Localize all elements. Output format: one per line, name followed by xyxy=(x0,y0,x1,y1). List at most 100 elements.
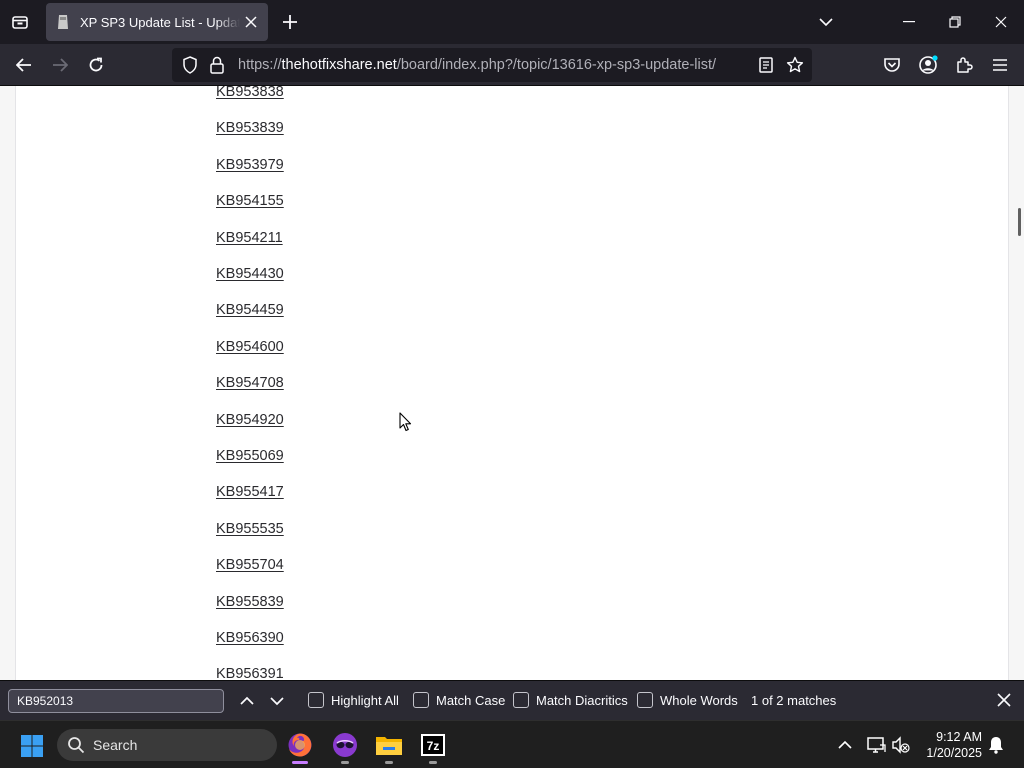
kb-link[interactable]: KB956391 xyxy=(216,666,284,680)
mouse-cursor-icon xyxy=(399,412,413,437)
checkbox-label: Match Case xyxy=(436,692,506,708)
find-previous-icon[interactable] xyxy=(236,690,258,712)
back-arrow-icon[interactable] xyxy=(12,53,36,77)
tab-active[interactable]: XP SP3 Update List - Update List xyxy=(46,3,268,41)
app-indicator xyxy=(341,761,349,764)
highlight-all-checkbox[interactable]: Highlight All xyxy=(308,692,399,708)
kb-list-item: KB955069 xyxy=(216,447,284,467)
search-icon xyxy=(67,736,85,759)
checkbox-label: Highlight All xyxy=(331,692,399,708)
kb-link[interactable]: KB955535 xyxy=(216,521,284,537)
kb-link[interactable]: KB955069 xyxy=(216,448,284,464)
7zip-app-icon[interactable]: 7z xyxy=(417,729,449,764)
kb-link[interactable]: KB954430 xyxy=(216,266,284,282)
chevron-down-icon[interactable] xyxy=(816,12,836,32)
extensions-icon[interactable] xyxy=(952,53,976,77)
find-next-icon[interactable] xyxy=(266,690,288,712)
firefox-app-icon[interactable] xyxy=(284,729,316,764)
search-label: Search xyxy=(93,737,138,753)
kb-list-item: KB954600 xyxy=(216,338,284,358)
clock-date: 1/20/2025 xyxy=(926,746,982,760)
kb-list-item: KB954211 xyxy=(216,229,283,249)
checkbox-box[interactable] xyxy=(308,692,324,708)
windows-taskbar: Search 7z 9:12 AM 1/20/2025 xyxy=(0,720,1024,768)
kb-list-item: KB954708 xyxy=(216,374,284,394)
new-tab-icon[interactable] xyxy=(280,12,300,32)
match-diacritics-checkbox[interactable]: Match Diacritics xyxy=(513,692,628,708)
notification-bell-icon[interactable] xyxy=(986,735,1006,755)
kb-link[interactable]: KB955839 xyxy=(216,594,284,610)
kb-list-item: KB954430 xyxy=(216,265,284,285)
bookmark-star-icon[interactable] xyxy=(786,56,804,79)
kb-link[interactable]: KB954211 xyxy=(216,230,283,246)
kb-list-item: KB955417 xyxy=(216,483,284,503)
scrollbar-thumb[interactable] xyxy=(1018,208,1021,236)
kb-list-item: KB955839 xyxy=(216,593,284,613)
account-icon[interactable] xyxy=(916,53,940,77)
active-app-indicator xyxy=(292,761,308,764)
checkbox-box[interactable] xyxy=(637,692,653,708)
find-match-count: 1 of 2 matches xyxy=(751,693,837,708)
minimize-icon[interactable] xyxy=(895,8,923,36)
kb-link[interactable]: KB954155 xyxy=(216,193,284,209)
system-clock[interactable]: 9:12 AM 1/20/2025 xyxy=(918,729,982,761)
kb-list-item: KB954155 xyxy=(216,192,284,212)
tab-title: XP SP3 Update List - Update List xyxy=(80,14,240,30)
taskbar-search-box[interactable]: Search xyxy=(57,729,277,761)
checkbox-box[interactable] xyxy=(413,692,429,708)
find-input[interactable] xyxy=(8,689,224,713)
volume-muted-icon[interactable] xyxy=(891,735,911,755)
privacy-browser-app-icon[interactable] xyxy=(329,729,361,764)
show-hidden-icons-chevron-icon[interactable] xyxy=(835,735,855,755)
whole-words-checkbox[interactable]: Whole Words xyxy=(637,692,738,708)
kb-link[interactable]: KB954708 xyxy=(216,375,284,391)
network-icon[interactable] xyxy=(866,735,886,755)
kb-list-item: KB955535 xyxy=(216,520,284,540)
site-favicon-icon xyxy=(56,14,70,30)
close-find-bar-icon[interactable] xyxy=(993,689,1015,711)
kb-link[interactable]: KB955704 xyxy=(216,557,284,573)
app-indicator xyxy=(429,761,437,764)
file-explorer-app-icon[interactable] xyxy=(373,729,405,764)
hamburger-menu-icon[interactable] xyxy=(988,53,1012,77)
kb-link[interactable]: KB954920 xyxy=(216,412,284,428)
reload-icon[interactable] xyxy=(84,53,108,77)
checkbox-label: Match Diacritics xyxy=(536,692,628,708)
restore-icon[interactable] xyxy=(941,8,969,36)
forward-arrow-icon[interactable] xyxy=(48,53,72,77)
kb-link[interactable]: KB954600 xyxy=(216,339,284,355)
kb-link[interactable]: KB953839 xyxy=(216,120,284,136)
kb-list-item: KB954459 xyxy=(216,301,284,321)
kb-list-item: KB955704 xyxy=(216,556,284,576)
checkbox-label: Whole Words xyxy=(660,692,738,708)
clock-time: 9:12 AM xyxy=(936,730,982,744)
7zip-logo-text: 7z xyxy=(427,739,440,753)
tracking-protection-shield-icon[interactable] xyxy=(182,56,198,79)
kb-link[interactable]: KB953838 xyxy=(216,86,284,100)
url-bar[interactable]: https://thehotfixshare.net/board/index.p… xyxy=(172,48,812,82)
kb-list-item: KB953838 xyxy=(216,86,284,103)
pocket-icon[interactable] xyxy=(880,53,904,77)
close-window-icon[interactable] xyxy=(987,8,1015,36)
kb-list-item: KB956390 xyxy=(216,629,284,649)
page-scrollbar[interactable] xyxy=(1010,86,1024,680)
checkbox-box[interactable] xyxy=(513,692,529,708)
kb-link[interactable]: KB956390 xyxy=(216,630,284,646)
tab-close-icon[interactable] xyxy=(242,13,260,31)
lock-icon[interactable] xyxy=(210,56,224,79)
kb-list-item: KB954920 xyxy=(216,411,284,431)
kb-link[interactable]: KB954459 xyxy=(216,302,284,318)
post-content: KB953838 KB953839 KB953979 KB954155 KB954211… xyxy=(15,86,1009,680)
kb-list-item: KB956391 xyxy=(216,665,284,680)
page-viewport: KB953838 KB953839 KB953979 KB954155 KB954211… xyxy=(0,86,1024,680)
reader-view-icon[interactable] xyxy=(758,56,774,79)
kb-link[interactable]: KB953979 xyxy=(216,157,284,173)
kb-link[interactable]: KB955417 xyxy=(216,484,284,500)
app-indicator xyxy=(385,761,393,764)
find-in-page-bar: Highlight All Match Case Match Diacritic… xyxy=(0,680,1024,720)
navigation-toolbar: https://thehotfixshare.net/board/index.p… xyxy=(0,44,1024,86)
list-all-tabs-icon[interactable] xyxy=(8,10,32,34)
match-case-checkbox[interactable]: Match Case xyxy=(413,692,505,708)
kb-list-item: KB953979 xyxy=(216,156,284,176)
windows-start-icon[interactable] xyxy=(20,734,44,758)
